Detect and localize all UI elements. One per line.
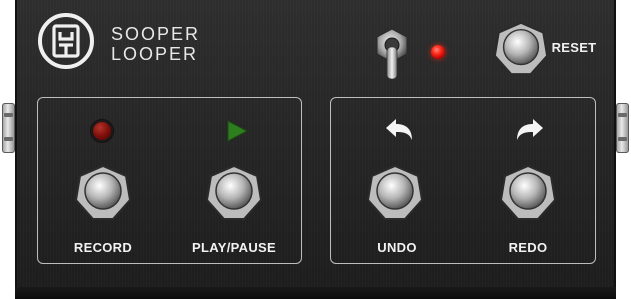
right-jack-icon (616, 103, 629, 153)
logo-icon (38, 13, 94, 69)
play-pause-label: PLAY/PAUSE (192, 240, 276, 255)
reset-label: RESET (551, 40, 597, 55)
record-footswitch-button[interactable] (73, 163, 133, 223)
undo-icon (386, 119, 412, 140)
undo-footswitch-button[interactable] (365, 163, 425, 223)
record-label: RECORD (73, 240, 133, 255)
record-led (91, 120, 113, 142)
brand-name-line1: SOOPER (111, 24, 201, 44)
brand-name-line2: LOOPER (111, 44, 199, 64)
reset-footswitch-button[interactable] (492, 20, 550, 78)
play-pause-footswitch-button[interactable] (204, 163, 264, 223)
redo-icon (517, 119, 543, 140)
pedal-base (15, 287, 616, 299)
status-led (431, 45, 445, 59)
undo-label: UNDO (377, 240, 417, 255)
redo-footswitch-button[interactable] (498, 163, 558, 223)
left-jack-icon (2, 103, 15, 153)
redo-label: REDO (508, 240, 548, 255)
play-icon (227, 120, 248, 142)
toggle-switch-icon[interactable] (372, 27, 412, 82)
